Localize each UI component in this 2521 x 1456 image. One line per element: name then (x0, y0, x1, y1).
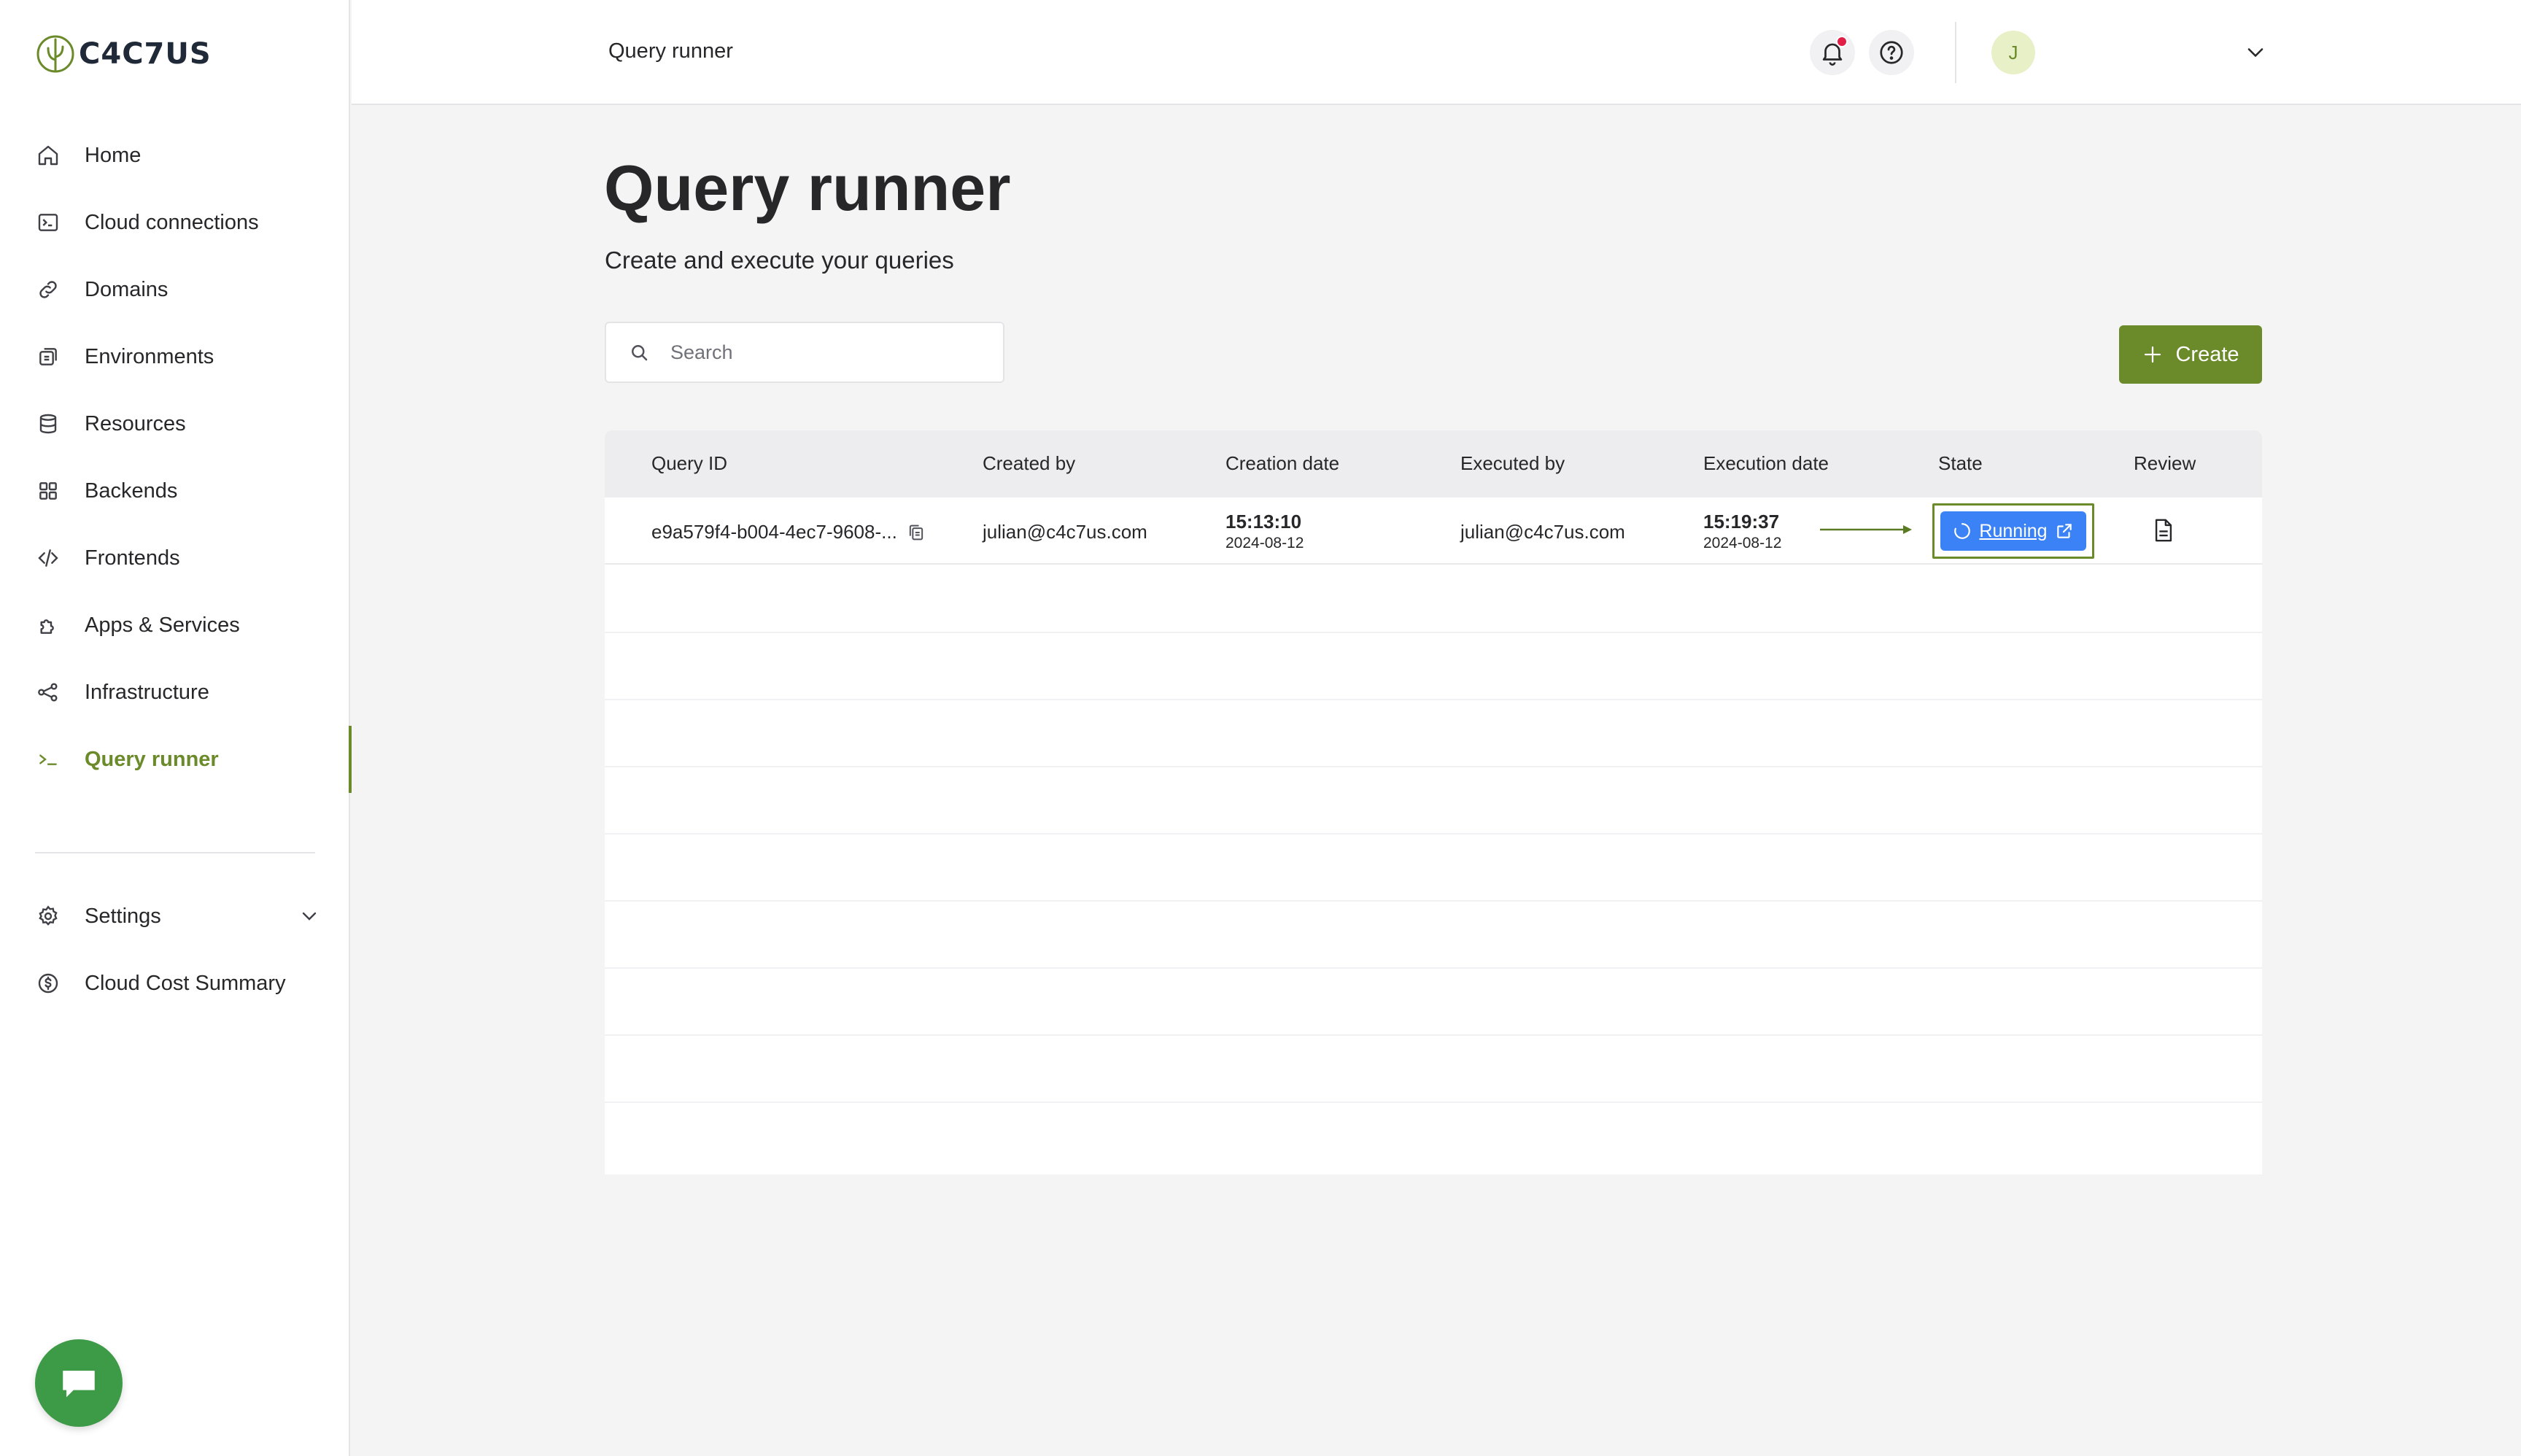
executed-by: julian@c4c7us.com (1460, 521, 1625, 543)
query-id: e9a579f4-b004-4ec7-9608-... (651, 521, 897, 543)
sidebar-item-label: Apps & Services (85, 613, 240, 637)
creation-date: 2024-08-12 (1225, 535, 1304, 551)
sidebar-item-domains[interactable]: Domains (0, 256, 350, 323)
execution-date: 2024-08-12 (1703, 535, 1782, 551)
column-header-creation-date[interactable]: Creation date (1225, 452, 1339, 475)
code-icon (36, 546, 60, 570)
sidebar-item-label: Backends (85, 479, 178, 503)
chevron-down-icon[interactable] (2242, 39, 2269, 66)
column-header-created-by[interactable]: Created by (983, 452, 1075, 475)
sidebar-item-cloud-cost-summary[interactable]: Cloud Cost Summary (0, 950, 350, 1017)
table-row-divider (605, 900, 2262, 902)
help-icon (1880, 41, 1903, 64)
spinner-icon (1954, 523, 1971, 539)
sidebar-bottom-nav: Settings Cloud Cost Summary (0, 883, 350, 1017)
gear-icon (36, 905, 60, 928)
create-button[interactable]: Create (2119, 325, 2262, 384)
execution-date-cell: 15:19:37 2024-08-12 (1703, 511, 1781, 552)
sidebar-item-infrastructure[interactable]: Infrastructure (0, 659, 350, 726)
topbar: Query runner J (352, 0, 2521, 105)
sidebar-item-resources[interactable]: Resources (0, 390, 350, 457)
terminal-prompt-icon (36, 748, 60, 771)
table-row-divider (605, 833, 2262, 835)
sidebar-item-query-runner[interactable]: Query runner (0, 726, 352, 793)
sidebar-item-label: Query runner (85, 747, 219, 771)
share-nodes-icon (36, 681, 60, 704)
table-row-divider (605, 1034, 2262, 1036)
column-header-state[interactable]: State (1938, 452, 1983, 475)
avatar[interactable]: J (1991, 31, 2035, 74)
logo-mark-icon (36, 35, 74, 73)
sidebar-item-label: Cloud Cost Summary (85, 971, 286, 995)
create-button-label: Create (2175, 342, 2239, 366)
external-link-icon (2056, 524, 2072, 538)
sidebar: C4C7US Home Cloud connections Domains En… (0, 0, 352, 1456)
annotation-arrow-icon (1820, 525, 1912, 534)
column-header-query-id[interactable]: Query ID (651, 452, 727, 475)
creation-date-cell: 15:13:10 2024-08-12 (1225, 511, 1304, 552)
search-input[interactable] (670, 341, 991, 364)
plus-icon (2145, 346, 2161, 363)
copy-icon[interactable] (906, 522, 926, 543)
topbar-divider (1955, 22, 1956, 83)
table-row[interactable]: e9a579f4-b004-4ec7-9608-... julian@c4c7u… (605, 497, 2262, 565)
link-icon (36, 278, 60, 301)
sidebar-nav: Home Cloud connections Domains Environme… (0, 122, 352, 793)
sidebar-item-environments[interactable]: Environments (0, 323, 350, 390)
chat-bubble-icon (63, 1371, 95, 1398)
sidebar-item-label: Infrastructure (85, 680, 209, 704)
page-subtitle: Create and execute your queries (605, 247, 954, 274)
notifications-button[interactable] (1810, 30, 1855, 75)
dollar-circle-icon (36, 972, 60, 995)
queries-table: Query ID Created by Creation date Execut… (605, 430, 2262, 1174)
sidebar-item-label: Environments (85, 344, 214, 368)
query-id-cell: e9a579f4-b004-4ec7-9608-... (651, 521, 926, 543)
creation-time: 15:13:10 (1225, 511, 1302, 533)
sidebar-item-apps-services[interactable]: Apps & Services (0, 592, 350, 659)
notification-dot (1836, 36, 1848, 47)
environments-icon (36, 345, 60, 368)
column-header-executed-by[interactable]: Executed by (1460, 452, 1565, 475)
home-icon (36, 144, 60, 167)
terminal-box-icon (36, 211, 60, 234)
logo[interactable]: C4C7US (35, 34, 212, 74)
created-by: julian@c4c7us.com (983, 521, 1147, 543)
sidebar-item-backends[interactable]: Backends (0, 457, 350, 524)
table-row-divider (605, 967, 2262, 969)
table-row-divider (605, 699, 2262, 700)
topbar-title: Query runner (608, 39, 733, 63)
puzzle-icon (36, 613, 60, 637)
sidebar-item-label: Frontends (85, 546, 180, 570)
sidebar-item-cloud-connections[interactable]: Cloud connections (0, 189, 350, 256)
state-running-button[interactable]: Running (1940, 511, 2086, 551)
chevron-down-icon[interactable] (298, 905, 321, 928)
logo-text: C4C7US (79, 37, 212, 71)
table-row-divider (605, 632, 2262, 633)
page-title: Query runner (604, 152, 1011, 224)
execution-time: 15:19:37 (1703, 511, 1780, 533)
column-header-review: Review (2134, 452, 2196, 474)
grid-icon (36, 479, 60, 503)
sidebar-item-settings[interactable]: Settings (0, 883, 350, 950)
search-box (605, 322, 1004, 383)
column-header-execution-date[interactable]: Execution date (1703, 452, 1829, 475)
sidebar-item-frontends[interactable]: Frontends (0, 524, 350, 592)
state-label: Running (1979, 520, 2048, 541)
sidebar-item-label: Cloud connections (85, 210, 259, 234)
table-header: Query ID Created by Creation date Execut… (605, 430, 2262, 497)
sidebar-item-label: Settings (85, 904, 161, 928)
search-icon (628, 341, 650, 363)
help-button[interactable] (1869, 30, 1914, 75)
sidebar-item-label: Domains (85, 277, 169, 301)
sidebar-item-label: Home (85, 143, 142, 167)
table-row-divider (605, 1101, 2262, 1103)
sidebar-item-label: Resources (85, 411, 186, 435)
sidebar-divider (35, 852, 315, 853)
state-highlight-frame: Running (1932, 503, 2094, 559)
review-document-icon[interactable] (2153, 518, 2175, 543)
database-icon (36, 412, 60, 435)
table-row-divider (605, 766, 2262, 767)
sidebar-item-home[interactable]: Home (0, 122, 350, 189)
chat-button[interactable] (35, 1339, 123, 1427)
